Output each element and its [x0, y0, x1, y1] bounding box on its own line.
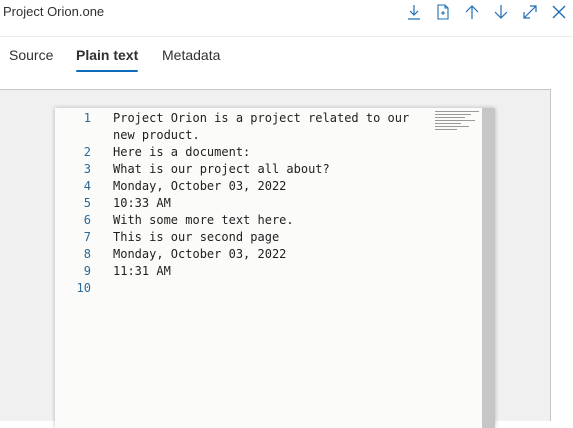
open-file-button[interactable]: [428, 1, 457, 23]
document-line: 10: [55, 280, 415, 297]
line-number: 4: [83, 179, 91, 193]
line-text: [91, 280, 413, 297]
line-text: Project Orion is a project related to ou…: [113, 111, 417, 142]
toolbar: [399, 0, 573, 24]
line-number: 9: [83, 264, 91, 278]
line-number: 10: [76, 281, 91, 295]
tab-source[interactable]: Source: [9, 47, 53, 72]
document-line: 8 Monday, October 03, 2022: [55, 246, 415, 263]
expand-icon: [522, 4, 538, 20]
document-line: 7 This is our second page: [55, 229, 415, 246]
line-text: Monday, October 03, 2022: [113, 179, 287, 193]
document-line: 3 What is our project all about?: [55, 161, 415, 178]
line-text: Monday, October 03, 2022: [113, 247, 287, 261]
file-title: Project Orion.one: [3, 4, 105, 19]
document-page: 1 Project Orion is a project related to …: [55, 108, 495, 428]
expand-button[interactable]: [515, 1, 544, 23]
tab-plain-text[interactable]: Plain text: [76, 47, 139, 72]
download-button[interactable]: [399, 1, 428, 23]
document-lines: 1 Project Orion is a project related to …: [55, 110, 415, 297]
next-button[interactable]: [486, 1, 515, 23]
line-number: 5: [83, 196, 91, 210]
line-number: 8: [83, 247, 91, 261]
document-line: 9 11:31 AM: [55, 263, 415, 280]
previous-button[interactable]: [457, 1, 486, 23]
document-line: 6 With some more text here.: [55, 212, 415, 229]
open-file-icon: [436, 4, 450, 20]
document-line: 5 10:33 AM: [55, 195, 415, 212]
document-viewer[interactable]: 1 Project Orion is a project related to …: [0, 89, 551, 428]
line-text: 10:33 AM: [113, 196, 171, 210]
download-icon: [407, 4, 421, 20]
line-number: 2: [83, 145, 91, 159]
line-text: What is our project all about?: [113, 162, 330, 176]
arrow-up-icon: [465, 4, 479, 20]
line-number: 1: [83, 111, 91, 125]
line-text: 11:31 AM: [113, 264, 171, 278]
document-line: 2 Here is a document:: [55, 144, 415, 161]
preview-header: Project Orion.one: [0, 0, 573, 28]
document-line: 1 Project Orion is a project related to …: [55, 110, 415, 144]
line-number: 6: [83, 213, 91, 227]
arrow-down-icon: [494, 4, 508, 20]
close-icon: [551, 4, 567, 20]
tab-metadata[interactable]: Metadata: [162, 47, 220, 72]
line-text: With some more text here.: [113, 213, 294, 227]
document-line: 4 Monday, October 03, 2022: [55, 178, 415, 195]
line-text: Here is a document:: [113, 145, 251, 159]
minimap[interactable]: [435, 111, 481, 133]
close-button[interactable]: [544, 1, 573, 23]
tab-bar: Source Plain text Metadata: [0, 36, 573, 90]
line-number: 7: [83, 230, 91, 244]
line-number: 3: [83, 162, 91, 176]
line-text: This is our second page: [113, 230, 280, 244]
